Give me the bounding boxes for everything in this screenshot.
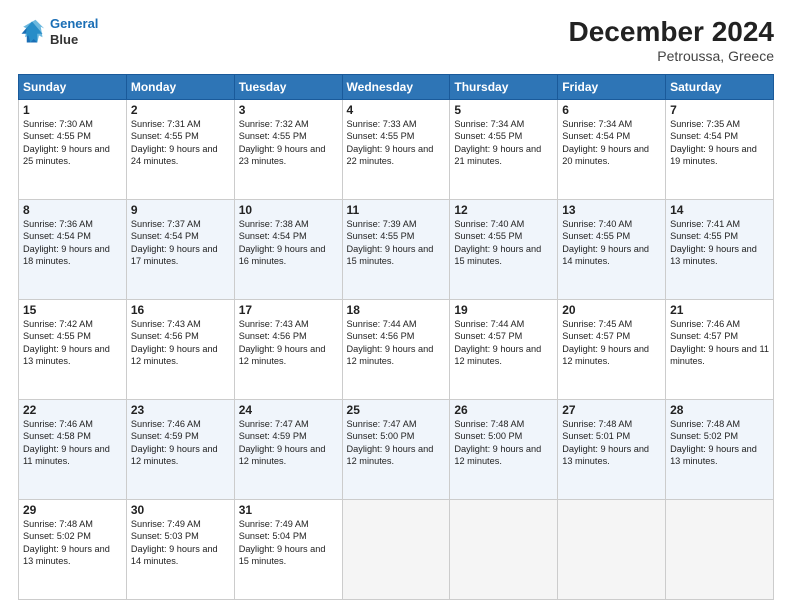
col-sunday: Sunday bbox=[19, 75, 127, 100]
week-row-4: 22 Sunrise: 7:46 AMSunset: 4:58 PMDaylig… bbox=[19, 400, 774, 500]
day-14: 14 Sunrise: 7:41 AMSunset: 4:55 PMDaylig… bbox=[666, 200, 774, 300]
day-28: 28 Sunrise: 7:48 AMSunset: 5:02 PMDaylig… bbox=[666, 400, 774, 500]
empty-cell-4 bbox=[666, 500, 774, 600]
day-4: 4 Sunrise: 7:33 AMSunset: 4:55 PMDayligh… bbox=[342, 100, 450, 200]
day-8: 8 Sunrise: 7:36 AMSunset: 4:54 PMDayligh… bbox=[19, 200, 127, 300]
col-saturday: Saturday bbox=[666, 75, 774, 100]
day-20: 20 Sunrise: 7:45 AMSunset: 4:57 PMDaylig… bbox=[558, 300, 666, 400]
day-13: 13 Sunrise: 7:40 AMSunset: 4:55 PMDaylig… bbox=[558, 200, 666, 300]
logo-icon bbox=[18, 18, 46, 46]
day-30: 30 Sunrise: 7:49 AMSunset: 5:03 PMDaylig… bbox=[126, 500, 234, 600]
day-10: 10 Sunrise: 7:38 AMSunset: 4:54 PMDaylig… bbox=[234, 200, 342, 300]
day-12: 12 Sunrise: 7:40 AMSunset: 4:55 PMDaylig… bbox=[450, 200, 558, 300]
col-wednesday: Wednesday bbox=[342, 75, 450, 100]
page: General Blue December 2024 Petroussa, Gr… bbox=[0, 0, 792, 612]
day-3: 3 Sunrise: 7:32 AMSunset: 4:55 PMDayligh… bbox=[234, 100, 342, 200]
day-16: 16 Sunrise: 7:43 AMSunset: 4:56 PMDaylig… bbox=[126, 300, 234, 400]
week-row-1: 1 Sunrise: 7:30 AMSunset: 4:55 PMDayligh… bbox=[19, 100, 774, 200]
logo: General Blue bbox=[18, 16, 98, 47]
empty-cell-1 bbox=[342, 500, 450, 600]
title-block: December 2024 Petroussa, Greece bbox=[569, 16, 774, 64]
header: General Blue December 2024 Petroussa, Gr… bbox=[18, 16, 774, 64]
day-23: 23 Sunrise: 7:46 AMSunset: 4:59 PMDaylig… bbox=[126, 400, 234, 500]
day-27: 27 Sunrise: 7:48 AMSunset: 5:01 PMDaylig… bbox=[558, 400, 666, 500]
calendar-title: December 2024 bbox=[569, 16, 774, 48]
day-9: 9 Sunrise: 7:37 AMSunset: 4:54 PMDayligh… bbox=[126, 200, 234, 300]
day-29: 29 Sunrise: 7:48 AMSunset: 5:02 PMDaylig… bbox=[19, 500, 127, 600]
day-1: 1 Sunrise: 7:30 AMSunset: 4:55 PMDayligh… bbox=[19, 100, 127, 200]
day-2: 2 Sunrise: 7:31 AMSunset: 4:55 PMDayligh… bbox=[126, 100, 234, 200]
col-friday: Friday bbox=[558, 75, 666, 100]
logo-text: General Blue bbox=[50, 16, 98, 47]
empty-cell-2 bbox=[450, 500, 558, 600]
week-row-3: 15 Sunrise: 7:42 AMSunset: 4:55 PMDaylig… bbox=[19, 300, 774, 400]
col-monday: Monday bbox=[126, 75, 234, 100]
day-18: 18 Sunrise: 7:44 AMSunset: 4:56 PMDaylig… bbox=[342, 300, 450, 400]
empty-cell-3 bbox=[558, 500, 666, 600]
day-15: 15 Sunrise: 7:42 AMSunset: 4:55 PMDaylig… bbox=[19, 300, 127, 400]
week-row-5: 29 Sunrise: 7:48 AMSunset: 5:02 PMDaylig… bbox=[19, 500, 774, 600]
day-25: 25 Sunrise: 7:47 AMSunset: 5:00 PMDaylig… bbox=[342, 400, 450, 500]
day-31: 31 Sunrise: 7:49 AMSunset: 5:04 PMDaylig… bbox=[234, 500, 342, 600]
day-26: 26 Sunrise: 7:48 AMSunset: 5:00 PMDaylig… bbox=[450, 400, 558, 500]
day-21: 21 Sunrise: 7:46 AMSunset: 4:57 PMDaylig… bbox=[666, 300, 774, 400]
day-5: 5 Sunrise: 7:34 AMSunset: 4:55 PMDayligh… bbox=[450, 100, 558, 200]
header-row: Sunday Monday Tuesday Wednesday Thursday… bbox=[19, 75, 774, 100]
day-19: 19 Sunrise: 7:44 AMSunset: 4:57 PMDaylig… bbox=[450, 300, 558, 400]
calendar-subtitle: Petroussa, Greece bbox=[569, 48, 774, 64]
calendar-table: Sunday Monday Tuesday Wednesday Thursday… bbox=[18, 74, 774, 600]
day-22: 22 Sunrise: 7:46 AMSunset: 4:58 PMDaylig… bbox=[19, 400, 127, 500]
day-7: 7 Sunrise: 7:35 AMSunset: 4:54 PMDayligh… bbox=[666, 100, 774, 200]
day-17: 17 Sunrise: 7:43 AMSunset: 4:56 PMDaylig… bbox=[234, 300, 342, 400]
day-11: 11 Sunrise: 7:39 AMSunset: 4:55 PMDaylig… bbox=[342, 200, 450, 300]
day-6: 6 Sunrise: 7:34 AMSunset: 4:54 PMDayligh… bbox=[558, 100, 666, 200]
col-tuesday: Tuesday bbox=[234, 75, 342, 100]
col-thursday: Thursday bbox=[450, 75, 558, 100]
day-24: 24 Sunrise: 7:47 AMSunset: 4:59 PMDaylig… bbox=[234, 400, 342, 500]
week-row-2: 8 Sunrise: 7:36 AMSunset: 4:54 PMDayligh… bbox=[19, 200, 774, 300]
